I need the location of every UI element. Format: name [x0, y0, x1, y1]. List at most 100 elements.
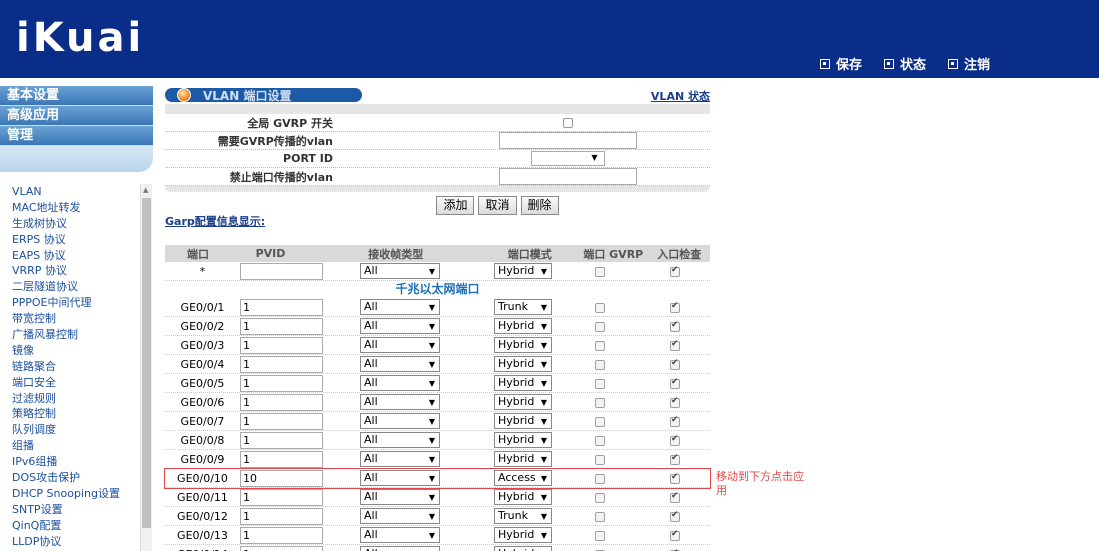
port-gvrp-checkbox[interactable]	[595, 340, 605, 351]
scroll-up-icon[interactable]: ▲	[143, 186, 148, 194]
ingress-check-checkbox[interactable]	[670, 434, 680, 446]
ingress-check-checkbox[interactable]	[670, 415, 680, 427]
pvid-input[interactable]: 1	[240, 355, 323, 373]
pvid-input[interactable]: 1	[240, 336, 323, 354]
forbid-vlan-input[interactable]	[498, 168, 637, 185]
frame-type-select[interactable]: All	[360, 299, 440, 315]
pvid-input[interactable]: 1	[240, 412, 323, 430]
port-mode-select[interactable]: Hybrid	[494, 318, 552, 334]
sidebar-item[interactable]: ERPS 协议	[12, 232, 138, 248]
sidebar-item[interactable]: PPPOE中间代理	[12, 295, 138, 311]
sidebar-item[interactable]: EAPS 协议	[12, 248, 138, 264]
pvid-input[interactable]: 1	[240, 507, 323, 525]
frame-type-select[interactable]: All	[360, 413, 440, 429]
sidebar-item[interactable]: IPv6组播	[12, 454, 138, 470]
port-gvrp-checkbox[interactable]	[595, 435, 605, 446]
nav-logout[interactable]: 注销	[948, 54, 990, 73]
nav-save[interactable]: 保存	[820, 54, 862, 73]
port-mode-select[interactable]: Hybrid	[494, 451, 552, 467]
port-gvrp-checkbox[interactable]	[595, 397, 605, 408]
sidebar-item[interactable]: 端口安全	[12, 375, 138, 391]
frame-type-select[interactable]: All	[360, 356, 440, 372]
sidebar-item[interactable]: 策略控制	[12, 406, 138, 422]
ingress-check-checkbox[interactable]	[670, 472, 680, 484]
sidebar-item[interactable]: DHCP Snooping设置	[12, 486, 138, 502]
ingress-check-checkbox[interactable]	[670, 358, 680, 370]
pvid-input[interactable]	[240, 262, 323, 280]
cancel-button[interactable]: 取消	[478, 196, 517, 215]
port-gvrp-checkbox[interactable]	[595, 454, 605, 465]
pvid-input[interactable]: 1	[240, 393, 323, 411]
gvrp-vlan-input[interactable]	[498, 132, 637, 149]
ingress-check-checkbox[interactable]	[670, 453, 680, 465]
ingress-check-checkbox[interactable]	[670, 339, 680, 351]
sidebar-item[interactable]: DOS攻击保护	[12, 470, 138, 486]
port-id-select[interactable]	[530, 151, 605, 166]
port-mode-select[interactable]: Trunk	[494, 508, 552, 524]
gvrp-checkbox[interactable]	[562, 117, 573, 128]
port-gvrp-checkbox[interactable]	[595, 378, 605, 389]
pvid-input[interactable]: 1	[240, 431, 323, 449]
scrollbar-thumb[interactable]	[142, 198, 151, 528]
port-mode-select[interactable]: Hybrid	[494, 546, 552, 551]
pvid-input[interactable]: 1	[240, 488, 323, 506]
port-mode-select[interactable]: Hybrid	[494, 263, 552, 279]
sidebar-item[interactable]: 镜像	[12, 343, 138, 359]
pvid-input[interactable]: 1	[240, 298, 323, 316]
sidebar-item[interactable]: 生成树协议	[12, 216, 138, 232]
port-gvrp-checkbox[interactable]	[595, 359, 605, 370]
nav-status[interactable]: 状态	[884, 54, 926, 73]
ingress-check-checkbox[interactable]	[670, 377, 680, 389]
add-button[interactable]: 添加	[436, 196, 475, 215]
frame-type-select[interactable]: All	[360, 470, 440, 486]
frame-type-select[interactable]: All	[360, 546, 440, 551]
sidebar-item[interactable]: 二层隧道协议	[12, 279, 138, 295]
sidebar-item[interactable]: 链路聚合	[12, 359, 138, 375]
pvid-input[interactable]: 1	[240, 450, 323, 468]
sidebar-item[interactable]: LLDP协议	[12, 534, 138, 550]
port-mode-select[interactable]: Hybrid	[494, 413, 552, 429]
port-mode-select[interactable]: Hybrid	[494, 489, 552, 505]
frame-type-select[interactable]: All	[360, 375, 440, 391]
port-gvrp-checkbox[interactable]	[595, 511, 605, 522]
vlan-status-link[interactable]: VLAN 状态	[651, 88, 710, 104]
frame-type-select[interactable]: All	[360, 489, 440, 505]
ingress-check-checkbox[interactable]	[670, 265, 680, 277]
sidebar-item[interactable]: VRRP 协议	[12, 263, 138, 279]
port-gvrp-checkbox[interactable]	[595, 473, 605, 484]
port-mode-select[interactable]: Hybrid	[494, 432, 552, 448]
sidebar-item[interactable]: QinQ配置	[12, 518, 138, 534]
sidebar-item[interactable]: 带宽控制	[12, 311, 138, 327]
port-mode-select[interactable]: Hybrid	[494, 375, 552, 391]
pvid-input[interactable]: 1	[240, 526, 323, 544]
frame-type-select[interactable]: All	[360, 527, 440, 543]
port-mode-select[interactable]: Hybrid	[494, 337, 552, 353]
port-mode-select[interactable]: Hybrid	[494, 394, 552, 410]
port-gvrp-checkbox[interactable]	[595, 266, 605, 277]
sidebar-item[interactable]: VLAN	[12, 184, 138, 200]
sidebar-item[interactable]: 广播风暴控制	[12, 327, 138, 343]
sidebar-category[interactable]: 高级应用	[0, 106, 153, 126]
port-gvrp-checkbox[interactable]	[595, 416, 605, 427]
ingress-check-checkbox[interactable]	[670, 491, 680, 503]
sidebar-item[interactable]: MAC地址转发	[12, 200, 138, 216]
frame-type-select[interactable]: All	[360, 451, 440, 467]
ingress-check-checkbox[interactable]	[670, 396, 680, 408]
sidebar-category[interactable]: 基本设置	[0, 86, 153, 106]
pvid-input[interactable]: 1	[240, 374, 323, 392]
port-gvrp-checkbox[interactable]	[595, 530, 605, 541]
sidebar-item[interactable]: SNTP设置	[12, 502, 138, 518]
frame-type-select[interactable]: All	[360, 263, 440, 279]
port-mode-select[interactable]: Hybrid	[494, 356, 552, 372]
frame-type-select[interactable]: All	[360, 394, 440, 410]
ingress-check-checkbox[interactable]	[670, 320, 680, 332]
delete-button[interactable]: 删除	[520, 196, 559, 215]
port-gvrp-checkbox[interactable]	[595, 321, 605, 332]
frame-type-select[interactable]: All	[360, 318, 440, 334]
ingress-check-checkbox[interactable]	[670, 529, 680, 541]
port-mode-select[interactable]: Trunk	[494, 299, 552, 315]
frame-type-select[interactable]: All	[360, 508, 440, 524]
pvid-input[interactable]: 1	[240, 317, 323, 335]
garp-config-link[interactable]: Garp配置信息显示:	[165, 213, 265, 229]
port-mode-select[interactable]: Hybrid	[494, 527, 552, 543]
